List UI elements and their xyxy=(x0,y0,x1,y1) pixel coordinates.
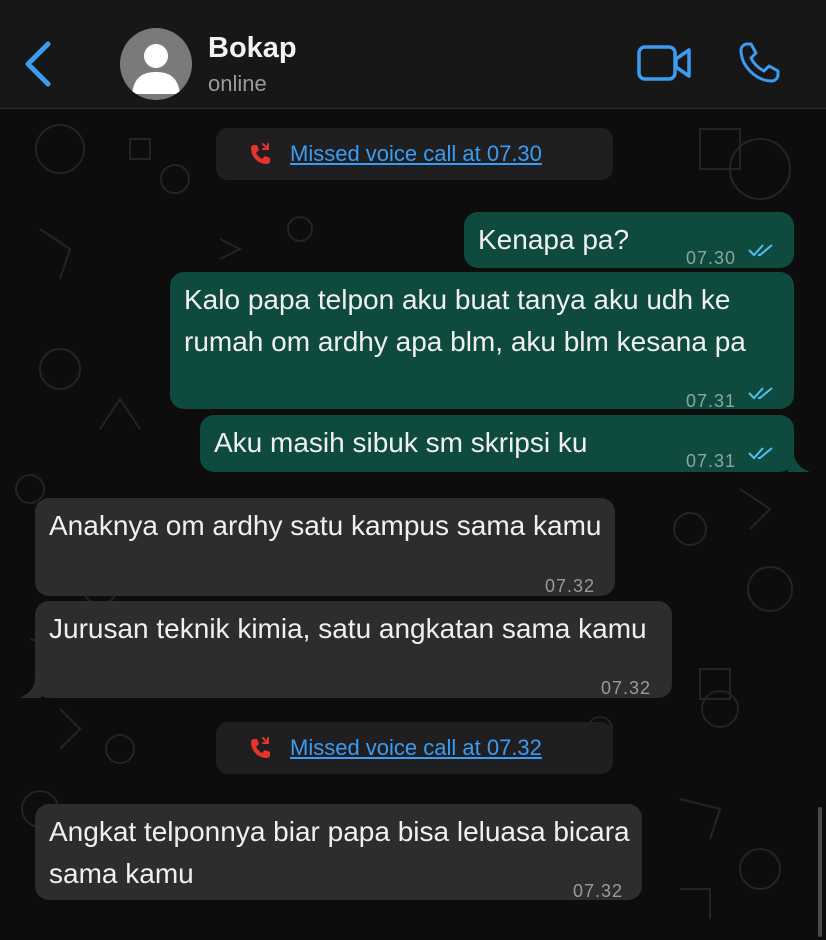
chat-area[interactable]: Missed voice call at 07.30 Kenapa pa? 07… xyxy=(0,109,826,940)
missed-call-notice[interactable]: Missed voice call at 07.32 xyxy=(216,722,613,774)
message-time: 07.32 xyxy=(601,678,652,698)
outgoing-message[interactable]: Kenapa pa? 07.30 xyxy=(464,212,794,268)
voice-call-icon[interactable] xyxy=(738,40,782,84)
message-text: Aku masih sibuk sm skripsi ku xyxy=(214,427,588,458)
message-time: 07.32 xyxy=(573,881,624,901)
incoming-message[interactable]: Angkat telponnya biar papa bisa leluasa … xyxy=(35,804,642,901)
missed-call-notice[interactable]: Missed voice call at 07.30 xyxy=(216,128,613,180)
message-text: Angkat telponnya biar papa bisa leluasa … xyxy=(49,816,630,889)
back-chevron-icon[interactable] xyxy=(22,40,56,88)
outgoing-message[interactable]: Kalo papa telpon aku buat tanya aku udh … xyxy=(170,272,794,411)
message-time: 07.31 xyxy=(686,451,737,471)
incoming-message[interactable]: Jurusan teknik kimia, satu angkatan sama… xyxy=(35,601,672,698)
missed-call-text[interactable]: Missed voice call at 07.30 xyxy=(290,141,542,167)
avatar[interactable] xyxy=(120,28,192,100)
read-receipt-icon xyxy=(748,447,773,460)
bubble-tail xyxy=(788,452,810,472)
chat-header: Bokap online xyxy=(0,0,826,109)
scrollbar[interactable] xyxy=(818,807,822,937)
video-call-icon[interactable] xyxy=(636,44,692,82)
message-text: Kalo papa telpon aku buat tanya aku udh … xyxy=(184,284,746,357)
missed-call-icon xyxy=(251,143,270,164)
default-avatar-icon xyxy=(132,44,180,94)
incoming-message[interactable]: Anaknya om ardhy satu kampus sama kamu 0… xyxy=(35,498,615,596)
contact-name[interactable]: Bokap xyxy=(208,32,297,65)
read-receipt-icon xyxy=(748,244,773,257)
bubble-tail xyxy=(19,678,41,698)
missed-call-icon xyxy=(251,737,270,758)
outgoing-message[interactable]: Aku masih sibuk sm skripsi ku 07.31 xyxy=(200,415,794,472)
contact-status: online xyxy=(208,71,267,96)
message-text: Kenapa pa? xyxy=(478,224,630,255)
message-text: Jurusan teknik kimia, satu angkatan sama… xyxy=(49,613,647,644)
message-text: Anaknya om ardhy satu kampus sama kamu xyxy=(49,510,602,541)
missed-call-text[interactable]: Missed voice call at 07.32 xyxy=(290,735,542,761)
read-receipt-icon xyxy=(748,387,773,400)
